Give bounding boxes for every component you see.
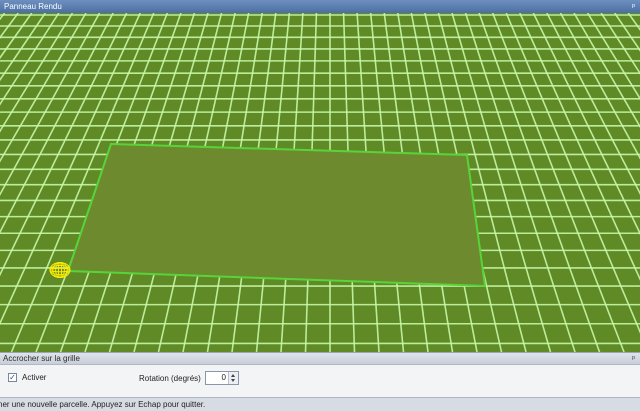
snap-panel-header: Accrocher sur la grille ᵖ [0, 352, 640, 365]
status-text: ner une nouvelle parcelle. Appuyez sur E… [0, 400, 206, 409]
spin-down-icon[interactable] [231, 379, 235, 382]
enable-snap-label[interactable]: Activer [22, 373, 46, 382]
terrain-scene[interactable] [0, 13, 640, 352]
checkmark-icon: ✓ [9, 373, 16, 382]
parcel-area [66, 142, 487, 288]
snap-panel-pin-icon[interactable]: ᵖ [632, 353, 635, 365]
rotation-label: Rotation (degrés) [139, 374, 201, 383]
rotation-value[interactable]: 0 [222, 373, 226, 382]
rotation-spinbox[interactable]: 0 [205, 371, 239, 385]
snap-panel-title: Accrocher sur la grille [3, 354, 80, 363]
enable-snap-checkbox[interactable]: ✓ [8, 373, 17, 382]
render-viewport[interactable] [0, 13, 640, 352]
spin-up-icon[interactable] [231, 374, 235, 377]
render-panel-titlebar: Panneau Rendu ᵖ [0, 0, 640, 13]
snap-panel-body: ✓ Activer Rotation (degrés) 0 [0, 365, 640, 397]
render-panel-pin-icon[interactable]: ᵖ [632, 0, 635, 13]
render-panel-title: Panneau Rendu [4, 2, 62, 11]
status-bar: ner une nouvelle parcelle. Appuyez sur E… [0, 397, 640, 411]
rotation-stepper[interactable] [228, 372, 238, 384]
